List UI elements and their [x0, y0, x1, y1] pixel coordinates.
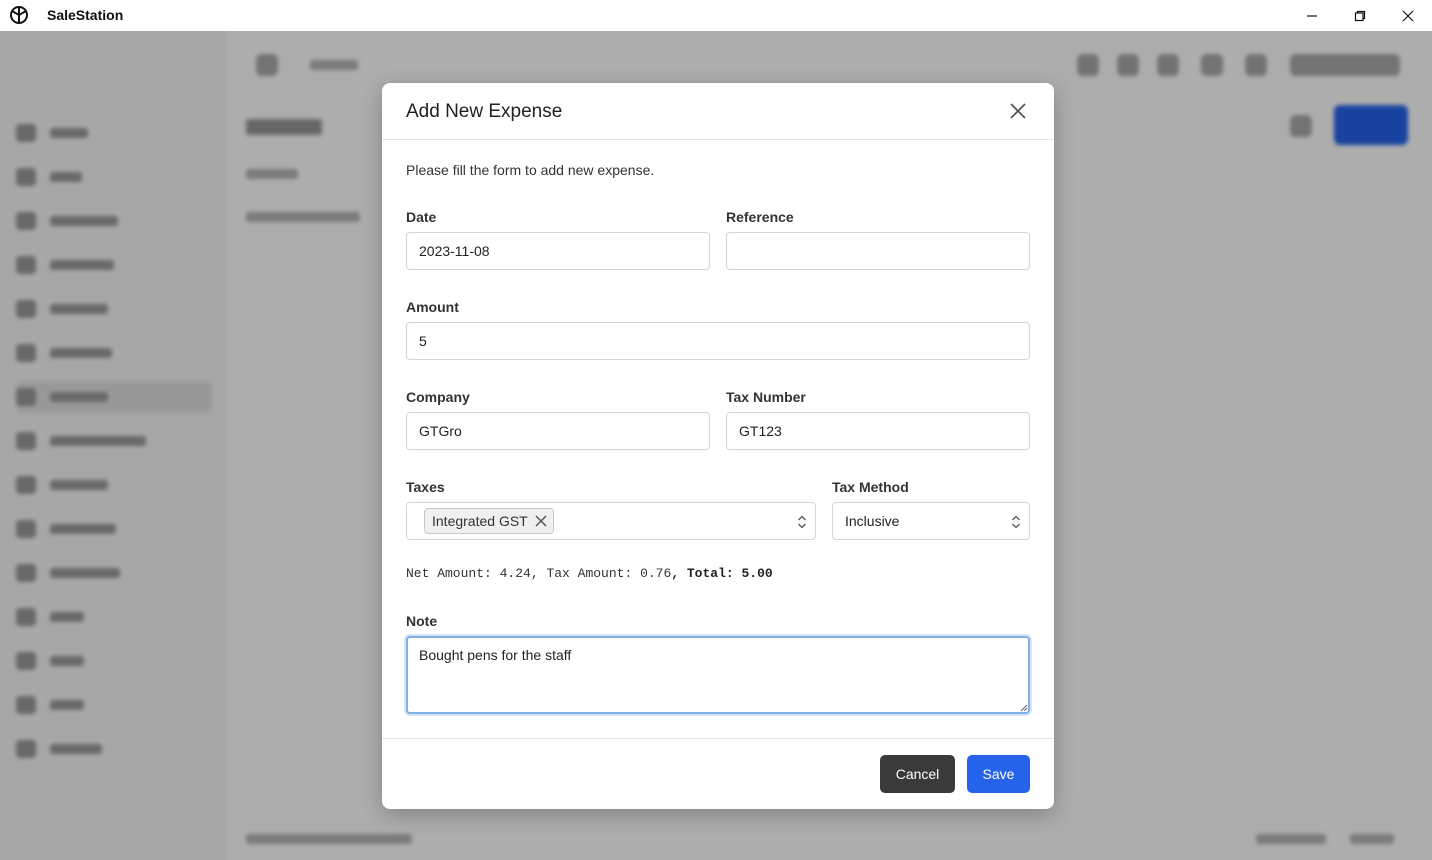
chevron-up-down-icon [1012, 515, 1020, 529]
resize-grip-icon[interactable] [1018, 702, 1028, 712]
note-label: Note [406, 613, 438, 629]
dialog-title: Add New Expense [406, 101, 563, 122]
remove-tax-button[interactable] [535, 515, 547, 527]
window-minimize-button[interactable] [1289, 0, 1335, 31]
company-field[interactable] [406, 412, 710, 450]
close-icon [535, 515, 547, 527]
date-label: Date [406, 209, 437, 225]
dialog-header: Add New Expense [382, 83, 1054, 140]
date-input[interactable] [419, 243, 697, 259]
taxes-multiselect[interactable]: Integrated GST [406, 502, 816, 540]
tax-number-field[interactable] [726, 412, 1030, 450]
close-icon [1402, 10, 1414, 21]
net-amount-value: 4.24 [499, 566, 531, 581]
net-amount-label: Net Amount: [406, 566, 500, 581]
chevron-up-down-icon [798, 515, 806, 529]
taxes-label: Taxes [406, 479, 445, 495]
save-button[interactable]: Save [967, 755, 1030, 793]
company-input[interactable] [419, 423, 697, 439]
total-amount: , Total: 5.00 [671, 566, 773, 581]
tax-number-input[interactable] [739, 423, 1017, 439]
tax-amount-value: 0.76 [640, 566, 672, 581]
dialog-footer: Cancel Save [382, 738, 1054, 809]
tax-amount-label: , Tax Amount: [530, 566, 641, 581]
dialog-close-button[interactable] [1006, 99, 1030, 123]
app-title: SaleStation [47, 7, 124, 23]
amount-input[interactable] [419, 333, 1017, 349]
title-bar: SaleStation [0, 0, 1432, 31]
tax-method-value: Inclusive [845, 513, 900, 529]
reference-input[interactable] [739, 243, 1017, 259]
window-close-button[interactable] [1385, 0, 1431, 31]
selected-tax-label: Integrated GST [432, 513, 528, 529]
reference-label: Reference [726, 209, 794, 225]
dialog-intro-text: Please fill the form to add new expense. [406, 162, 655, 178]
tax-number-label: Tax Number [726, 389, 806, 405]
cancel-button[interactable]: Cancel [880, 755, 955, 793]
expense-summary: Net Amount: 4.24, Tax Amount: 0.76, Tota… [406, 566, 773, 581]
company-label: Company [406, 389, 470, 405]
tax-method-label: Tax Method [832, 479, 909, 495]
reference-field[interactable] [726, 232, 1030, 270]
window-maximize-button[interactable] [1337, 0, 1383, 31]
date-field[interactable] [406, 232, 710, 270]
add-expense-dialog: Add New Expense Please fill the form to … [382, 83, 1054, 809]
note-textarea[interactable]: Bought pens for the staff [406, 636, 1030, 714]
tax-method-select[interactable]: Inclusive [832, 502, 1030, 540]
maximize-icon [1354, 10, 1366, 21]
amount-label: Amount [406, 299, 459, 315]
app-logo-icon [10, 6, 28, 24]
close-icon [1010, 103, 1026, 119]
amount-field[interactable] [406, 322, 1030, 360]
minimize-icon [1307, 14, 1317, 17]
selected-tax-tag: Integrated GST [424, 508, 554, 534]
